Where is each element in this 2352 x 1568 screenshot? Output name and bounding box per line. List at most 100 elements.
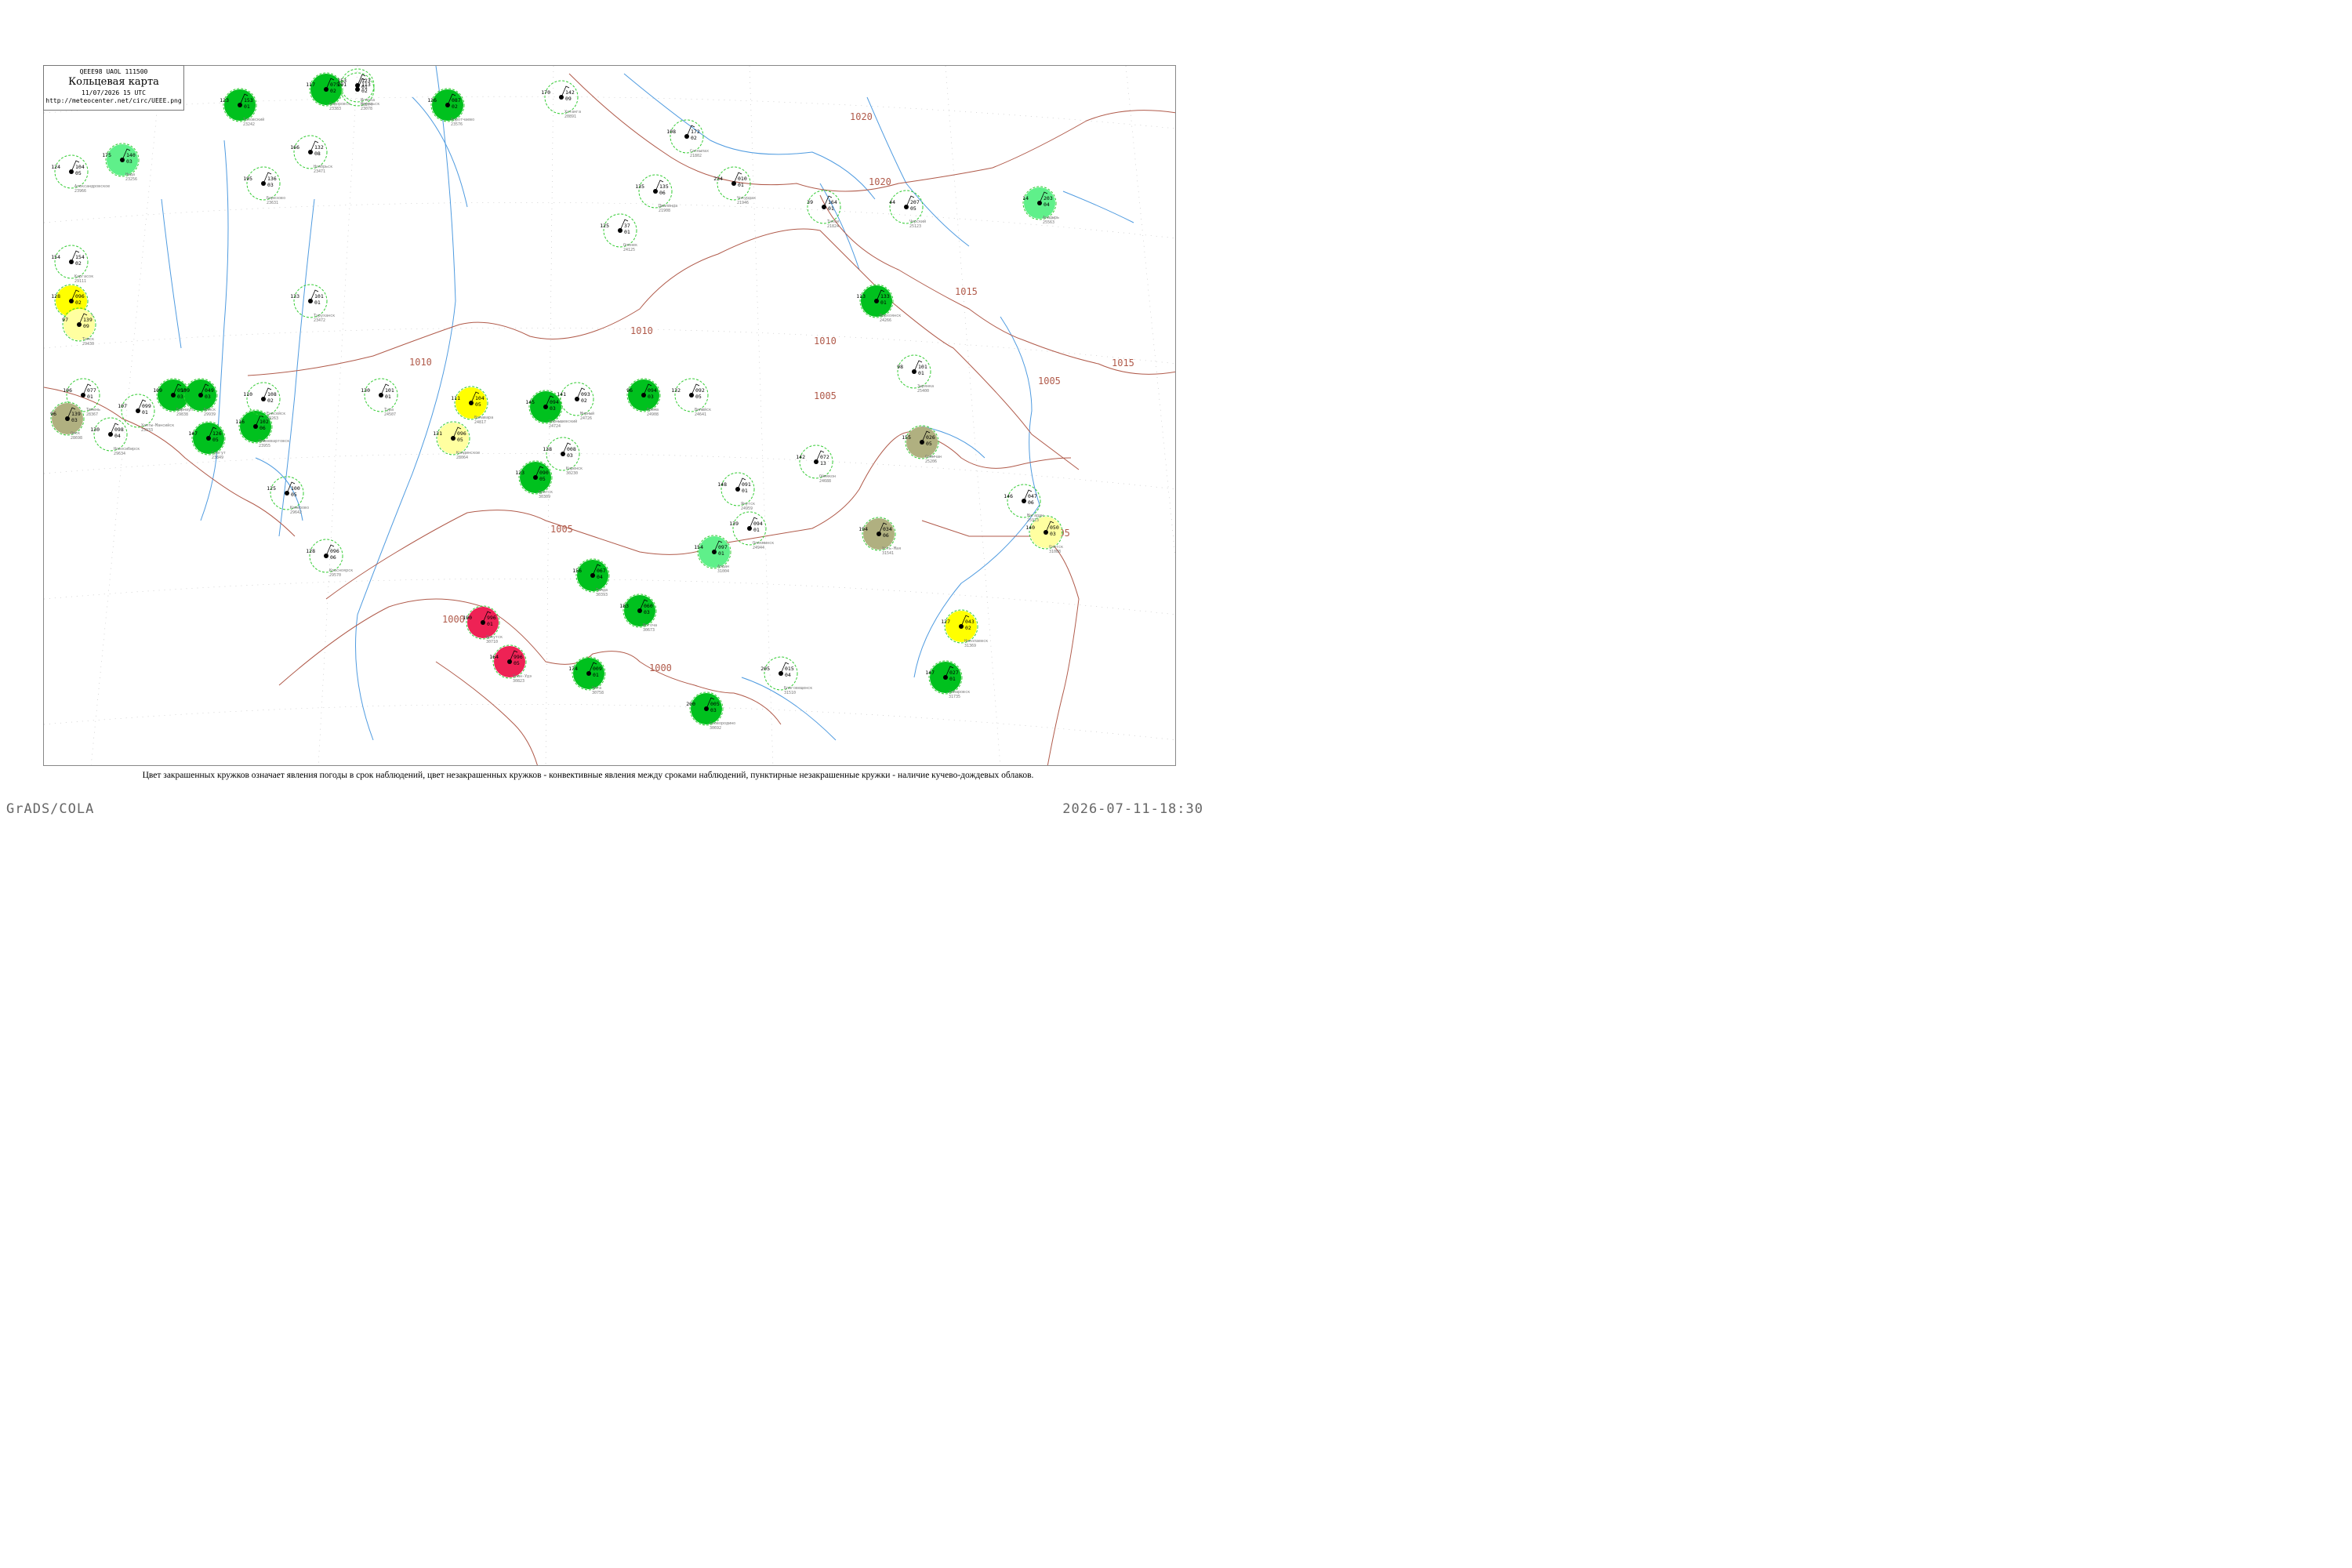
station-marker[interactable]: 200 00503Сковородино30692 bbox=[686, 691, 735, 731]
station-marker[interactable]: 190 99601Иркутск30710 bbox=[463, 605, 503, 644]
station-pressure: 077 bbox=[87, 387, 96, 394]
station-temperature: 130 bbox=[361, 387, 370, 394]
station-id: 30309 bbox=[539, 495, 550, 499]
station-temperature: 234 bbox=[713, 176, 723, 182]
station-temperature: 166 bbox=[290, 144, 299, 151]
station-pressure: 104 bbox=[75, 164, 85, 170]
station-id: 21908 bbox=[659, 209, 670, 213]
station-marker[interactable]: 44 20705Черский25123 bbox=[889, 190, 926, 229]
map-frame[interactable]: 1020102010151015101010101010100510051005… bbox=[43, 65, 1176, 766]
station-pressure: 133 bbox=[880, 293, 890, 299]
station-temperature: 154 bbox=[694, 544, 703, 550]
station-pressure: 099 bbox=[142, 403, 151, 409]
station-pressure: 091 bbox=[742, 481, 751, 488]
station-marker[interactable]: 127 04302Николаевск31369 bbox=[941, 609, 988, 648]
station-marker[interactable]: 154 09701Алдан31004 bbox=[694, 535, 731, 574]
station-name: Ноябрьск bbox=[314, 164, 332, 169]
station-marker[interactable]: 123 15301Тазовский23242 bbox=[220, 88, 264, 127]
station-marker[interactable]: 133 10101Туруханск23472 bbox=[290, 284, 335, 323]
station-id: 25913 bbox=[1027, 518, 1039, 523]
station-id: 23471 bbox=[314, 169, 325, 174]
station-marker[interactable]: 130 10101Тура24507 bbox=[361, 378, 398, 417]
station-id: 31735 bbox=[949, 695, 960, 699]
station-marker[interactable]: 124 10405Александровское23966 bbox=[51, 154, 110, 194]
station-pressure-tendency: 05 bbox=[926, 441, 932, 447]
station-temperature: 164 bbox=[489, 654, 499, 660]
station-id: 21946 bbox=[737, 201, 749, 205]
station-pressure-tendency: 01 bbox=[753, 527, 760, 533]
station-id: 29642 bbox=[290, 510, 302, 515]
station-marker[interactable]: 183 06003Могоча30673 bbox=[619, 593, 657, 633]
station-marker[interactable]: 96 09403Ерема24908 bbox=[626, 378, 661, 417]
station-temperature: 111 bbox=[451, 395, 460, 401]
station-marker[interactable]: 125 3701Оленек24125 bbox=[600, 213, 637, 252]
station-marker[interactable]: 166 13208 Ноябрьск23471 bbox=[290, 135, 332, 174]
station-marker[interactable]: 175 14003Ныда23256 bbox=[102, 143, 140, 182]
station-marker[interactable]: 141 09302Мирный24726 bbox=[557, 382, 594, 421]
station-marker[interactable]: 14 20304Анадырь25563 bbox=[1022, 186, 1059, 225]
station-marker[interactable]: 156 06704Тында30393 bbox=[572, 558, 610, 597]
station-marker[interactable]: 108 17202Саскылах21802 bbox=[666, 119, 709, 158]
station-id: 23242 bbox=[243, 122, 255, 127]
map-url-link[interactable]: http://meteocenter.net/circ/UEEE.png bbox=[44, 97, 183, 104]
station-marker[interactable]: 132 09205Вилюйск24641 bbox=[671, 378, 711, 417]
station-marker[interactable]: 145 09403Чернышевский24724 bbox=[525, 390, 577, 429]
station-id: 23966 bbox=[74, 189, 86, 194]
station-marker[interactable]: 123 09005Братск30309 bbox=[515, 460, 553, 499]
station-marker[interactable]: 131 09605Кондинское28064 bbox=[433, 421, 480, 460]
station-marker[interactable]: 234 01001Чокурдах21946 bbox=[713, 166, 756, 205]
station-marker[interactable]: 155 02605Сеймчан25206 bbox=[902, 425, 942, 464]
station-pressure-tendency: 05 bbox=[910, 205, 916, 212]
station-marker[interactable]: 111 10405Ванавара24817 bbox=[451, 386, 493, 425]
station-marker[interactable]: 135 13506Джалинда21908 bbox=[635, 174, 677, 213]
station-pressure: 101 bbox=[385, 387, 394, 394]
station-marker[interactable]: 142 07213Оймякон24688 bbox=[796, 445, 836, 484]
station-marker[interactable]: 139 09401Олекминск24944 bbox=[729, 511, 774, 550]
station-id: 23933 bbox=[141, 428, 153, 433]
station-marker[interactable]: 147 12605Сургут23849 bbox=[188, 421, 226, 460]
station-marker[interactable]: 128 09606Красноярск29570 bbox=[306, 539, 353, 578]
station-pressure-tendency: 01 bbox=[314, 299, 321, 306]
station-marker[interactable]: 146 04706Магадан25913 bbox=[1004, 484, 1044, 523]
station-marker[interactable]: 170 14209Хатанга20891 bbox=[541, 80, 581, 119]
station-pressure: 153 bbox=[244, 97, 253, 103]
station-id: 21802 bbox=[690, 154, 702, 158]
station-marker[interactable]: 147 02701 Хабаровск31735 bbox=[925, 660, 970, 699]
station-temperature: 108 bbox=[666, 129, 676, 135]
station-pressure: 996 bbox=[514, 654, 523, 660]
station-temperature: 96 bbox=[50, 411, 56, 417]
station-pressure: 996 bbox=[487, 615, 496, 621]
station-temperature: 109 bbox=[180, 387, 190, 394]
map-caption: Цвет закрашенных кружков означает явлени… bbox=[142, 771, 1034, 780]
station-marker[interactable]: 195 13603Березово23631 bbox=[243, 166, 285, 205]
station-temperature: 98 bbox=[897, 364, 903, 370]
station-id: 25400 bbox=[917, 389, 929, 394]
station-temperature: 147 bbox=[188, 430, 198, 437]
station-id: 30230 bbox=[566, 471, 578, 476]
station-marker[interactable]: 154 15402Каргасок29111 bbox=[51, 245, 93, 284]
station-marker[interactable]: 174 00901Чита30758 bbox=[568, 656, 606, 695]
station-pressure-tendency: 02 bbox=[330, 88, 336, 94]
station-marker[interactable]: 130 09804 Новосибирск29634 bbox=[90, 417, 140, 456]
station-marker[interactable]: 148 09101Якутск24959 bbox=[717, 472, 755, 511]
station-pressure-tendency: 02 bbox=[965, 625, 971, 631]
station-marker[interactable]: 98 10101Зырянка25400 bbox=[897, 354, 934, 394]
station-pressure-tendency: 03 bbox=[644, 609, 650, 615]
station-pressure: 113 bbox=[361, 82, 371, 88]
station-marker[interactable]: 97 13909Томск29430 bbox=[62, 307, 96, 347]
station-temperature: 110 bbox=[243, 391, 252, 397]
map-datetime: 11/07/2026 15 UTC bbox=[82, 89, 146, 96]
station-pressure: 010 bbox=[738, 176, 747, 182]
station-marker[interactable]: 136 08702Коротчаево23576 bbox=[427, 88, 474, 127]
station-marker[interactable]: 205 01504Благовещенск31510 bbox=[760, 656, 812, 695]
station-id: 24507 bbox=[384, 412, 396, 417]
station-marker[interactable]: 194 03406Усть-Мая31541 bbox=[858, 517, 901, 556]
station-id: 23631 bbox=[267, 201, 278, 205]
weather-map[interactable]: 1020102010151015101010101010100510051005… bbox=[44, 66, 1176, 766]
station-id: 24688 bbox=[819, 479, 831, 484]
station-marker[interactable]: 164 99605Улан-Удэ30823 bbox=[489, 644, 532, 684]
station-temperature: 39 bbox=[807, 199, 813, 205]
station-marker[interactable]: 96 13903Омск28698 bbox=[50, 401, 85, 441]
station-pressure: 142 bbox=[565, 89, 575, 96]
station-id: 23472 bbox=[314, 318, 325, 323]
